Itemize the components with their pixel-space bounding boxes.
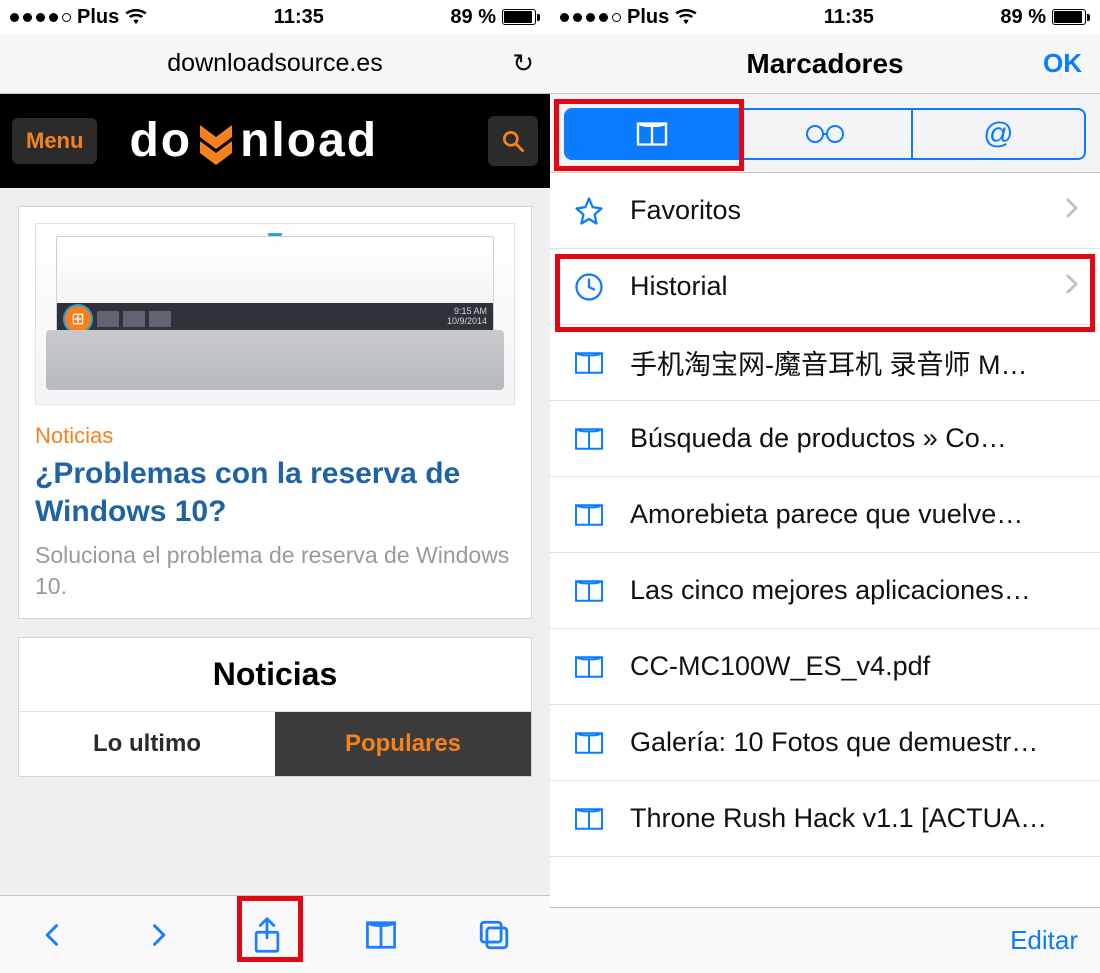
segmented-control: @ [564, 108, 1086, 160]
bookmark-row[interactable]: Throne Rush Hack v1.1 [ACTUA… [550, 781, 1100, 857]
reload-icon[interactable]: ↻ [512, 48, 534, 79]
site-logo: do nload [129, 117, 378, 165]
bookmark-row[interactable]: Galería: 10 Fotos que demuestr… [550, 705, 1100, 781]
share-icon[interactable] [250, 916, 284, 954]
article-thumbnail: ▼ ⊞ 9:15 AM10/9/2014 [35, 223, 515, 405]
bottom-toolbar: Editar [550, 907, 1100, 973]
ok-button[interactable]: OK [1043, 48, 1082, 79]
bookmark-row[interactable]: CC-MC100W_ES_v4.pdf [550, 629, 1100, 705]
page-title: Marcadores [746, 48, 903, 80]
battery-percent: 89 % [450, 6, 496, 29]
clock: 11:35 [824, 6, 874, 29]
status-bar: Plus 11:35 89 % [550, 0, 1100, 34]
bookmark-row[interactable]: Las cinco mejores aplicaciones… [550, 553, 1100, 629]
bookmark-row-favorites[interactable]: Favoritos [550, 173, 1100, 249]
bookmark-label: Las cinco mejores aplicaciones… [630, 575, 1080, 606]
bookmark-label: Favoritos [630, 195, 1040, 226]
forward-icon[interactable] [144, 918, 172, 952]
article-description: Soluciona el problema de reserva de Wind… [19, 540, 531, 618]
wifi-icon [125, 9, 147, 25]
safari-toolbar [0, 895, 550, 973]
bookmarks-toolbar-icon[interactable] [362, 918, 400, 952]
back-icon[interactable] [39, 918, 67, 952]
bookmark-row[interactable]: 手机淘宝网-魔音耳机 录音师 M… [550, 325, 1100, 401]
chevron-right-icon [1064, 272, 1080, 301]
bookmark-label: 手机淘宝网-魔音耳机 录音师 M… [630, 343, 1080, 382]
book-icon [634, 120, 670, 148]
url-bar[interactable]: downloadsource.es ↻ [0, 34, 550, 94]
bookmark-label: Historial [630, 271, 1040, 302]
at-icon: @ [983, 117, 1013, 151]
url-domain: downloadsource.es [167, 49, 382, 78]
left-screenshot: Plus 11:35 89 % downloadsource.es ↻ Menu… [0, 0, 550, 973]
bookmarks-list[interactable]: Favoritos Historial 手机淘宝网-魔音耳机 录音师 M… Búsqu… [550, 173, 1100, 907]
nav-bar: Marcadores OK [550, 34, 1100, 94]
bookmark-row-history[interactable]: Historial [550, 249, 1100, 325]
bookmark-icon [572, 578, 606, 604]
signal-dots-icon [10, 13, 71, 22]
news-block: Noticias Lo ultimo Populares [18, 637, 532, 777]
battery-icon [502, 9, 540, 25]
bookmark-row[interactable]: Búsqueda de productos » Co… [550, 401, 1100, 477]
star-icon [572, 196, 606, 226]
tab-popular[interactable]: Populares [275, 712, 531, 776]
bookmark-icon [572, 654, 606, 680]
tabs-icon[interactable] [477, 918, 511, 952]
bookmark-row[interactable]: Amorebieta parece que vuelve… [550, 477, 1100, 553]
logo-arrow-icon [192, 117, 240, 165]
bookmark-icon [572, 350, 606, 376]
web-page[interactable]: Menu do nload ▼ ⊞ 9:1 [0, 94, 550, 895]
bookmark-icon [572, 806, 606, 832]
bookmark-label: Amorebieta parece que vuelve… [630, 499, 1080, 530]
signal-dots-icon [560, 13, 621, 22]
bookmark-icon [572, 730, 606, 756]
segment-shared-links[interactable]: @ [911, 110, 1084, 158]
bookmark-icon [572, 502, 606, 528]
chevron-right-icon [1064, 196, 1080, 225]
segment-reading-list[interactable] [737, 110, 910, 158]
news-header: Noticias [19, 638, 531, 712]
tab-latest[interactable]: Lo ultimo [19, 712, 275, 776]
site-menu-button[interactable]: Menu [12, 118, 97, 164]
bookmark-label: Galería: 10 Fotos que demuestr… [630, 727, 1080, 758]
site-header: Menu do nload [0, 94, 550, 188]
battery-icon [1052, 9, 1090, 25]
bookmark-label: Búsqueda de productos » Co… [630, 423, 1080, 454]
clock-icon [572, 272, 606, 302]
segment-bookmarks[interactable] [566, 110, 737, 158]
search-icon [500, 128, 526, 154]
clock: 11:35 [274, 6, 324, 29]
wifi-icon [675, 9, 697, 25]
bookmark-label: CC-MC100W_ES_v4.pdf [630, 651, 1080, 682]
battery-percent: 89 % [1000, 6, 1046, 29]
status-bar: Plus 11:35 89 % [0, 0, 550, 34]
carrier-label: Plus [77, 6, 119, 29]
carrier-label: Plus [627, 6, 669, 29]
article-card[interactable]: ▼ ⊞ 9:15 AM10/9/2014 Noticias ¿Problemas… [18, 206, 532, 619]
site-search-button[interactable] [488, 116, 538, 166]
bookmark-label: Throne Rush Hack v1.1 [ACTUA… [630, 803, 1080, 834]
article-category: Noticias [19, 415, 531, 455]
article-title: ¿Problemas con la reserva de Windows 10? [19, 455, 531, 540]
right-screenshot: Plus 11:35 89 % Marcadores OK [550, 0, 1100, 973]
glasses-icon [804, 123, 846, 145]
bookmark-icon [572, 426, 606, 452]
edit-button[interactable]: Editar [1010, 925, 1078, 956]
